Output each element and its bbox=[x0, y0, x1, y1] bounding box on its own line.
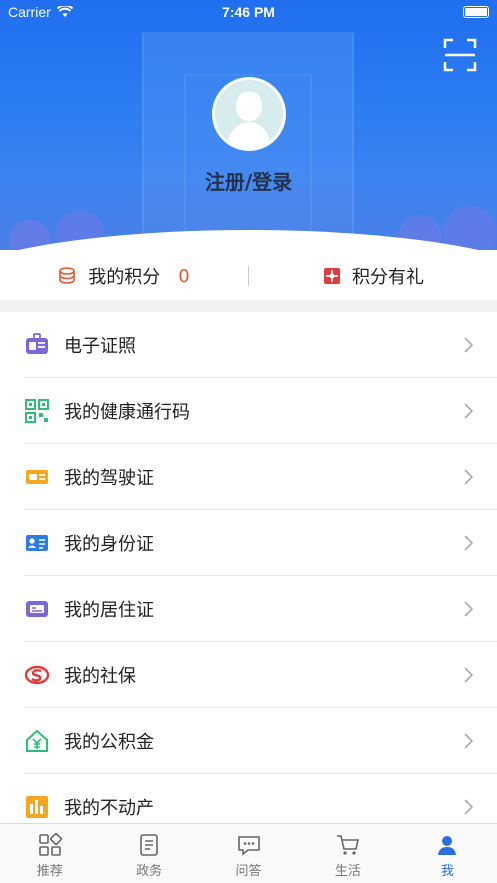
id-badge-icon bbox=[24, 332, 50, 358]
service-list: 电子证照 我的健康通行码 我的驾驶证 我的身份证 我的居住证 我的社保 我的公积… bbox=[0, 312, 497, 840]
list-item-label: 我的公积金 bbox=[64, 732, 154, 753]
gift-icon bbox=[324, 268, 340, 284]
tab-label: 问答 bbox=[235, 864, 262, 879]
chevron-right-icon bbox=[464, 469, 474, 485]
clock: 7:46 PM bbox=[222, 4, 275, 20]
points-rewards-button[interactable]: 积分有礼 bbox=[249, 250, 497, 302]
driver-license-icon bbox=[24, 464, 50, 490]
list-item-label: 我的社保 bbox=[64, 666, 136, 687]
points-row: 我的积分 0 积分有礼 bbox=[0, 250, 497, 302]
avatar[interactable] bbox=[212, 77, 286, 151]
id-card-icon bbox=[24, 530, 50, 556]
tab-bar: 推荐 政务 问答 生活 我 bbox=[0, 823, 497, 883]
my-points-value: 0 bbox=[178, 265, 190, 287]
shopping-cart-icon bbox=[336, 835, 359, 855]
list-item-label: 电子证照 bbox=[64, 336, 136, 357]
tab-life[interactable]: 生活 bbox=[298, 824, 397, 883]
list-item-housing-fund[interactable]: 我的公积金 bbox=[0, 708, 497, 774]
list-item-driver-license[interactable]: 我的驾驶证 bbox=[0, 444, 497, 510]
tab-recommend[interactable]: 推荐 bbox=[0, 824, 99, 883]
list-item-residence-permit[interactable]: 我的居住证 bbox=[0, 576, 497, 642]
chevron-right-icon bbox=[464, 733, 474, 749]
tab-label: 政务 bbox=[136, 864, 163, 879]
tab-government[interactable]: 政务 bbox=[99, 824, 198, 883]
login-link[interactable]: 注册/登录 bbox=[0, 166, 497, 195]
residence-permit-icon bbox=[24, 596, 50, 622]
scan-icon[interactable] bbox=[443, 38, 477, 72]
housing-fund-icon bbox=[24, 728, 50, 754]
chevron-right-icon bbox=[464, 535, 474, 551]
coins-icon bbox=[59, 267, 76, 284]
grid-icon bbox=[38, 832, 62, 856]
list-item-label: 我的健康通行码 bbox=[64, 402, 190, 423]
list-item-id-card[interactable]: 我的身份证 bbox=[0, 510, 497, 576]
tab-me[interactable]: 我 bbox=[398, 824, 497, 883]
default-avatar-icon bbox=[227, 91, 271, 148]
list-item-label: 我的身份证 bbox=[64, 534, 154, 555]
chevron-right-icon bbox=[464, 799, 474, 815]
tab-label: 生活 bbox=[334, 864, 361, 879]
list-item-label: 我的驾驶证 bbox=[64, 468, 154, 489]
tab-qa[interactable]: 问答 bbox=[199, 824, 298, 883]
qr-code-icon bbox=[24, 398, 50, 424]
status-bar: Carrier 7:46 PM bbox=[0, 0, 497, 26]
section-separator bbox=[0, 300, 497, 312]
document-list-icon bbox=[140, 834, 158, 856]
real-estate-icon bbox=[24, 794, 50, 820]
list-item-social-security[interactable]: 我的社保 bbox=[0, 642, 497, 708]
chevron-right-icon bbox=[464, 667, 474, 683]
chevron-right-icon bbox=[464, 337, 474, 353]
list-item-label: 我的不动产 bbox=[64, 798, 154, 819]
chevron-right-icon bbox=[464, 403, 474, 419]
list-item-e-certificates[interactable]: 电子证照 bbox=[0, 312, 497, 378]
tab-label: 推荐 bbox=[36, 864, 63, 879]
tab-label: 我 bbox=[440, 864, 454, 879]
user-icon bbox=[438, 836, 457, 855]
my-points-button[interactable]: 我的积分 0 bbox=[0, 250, 248, 302]
list-item-label: 我的居住证 bbox=[64, 600, 154, 621]
battery-icon bbox=[463, 6, 489, 18]
chevron-right-icon bbox=[464, 601, 474, 617]
chat-bubble-icon bbox=[237, 836, 260, 856]
list-item-health-code[interactable]: 我的健康通行码 bbox=[0, 378, 497, 444]
my-points-label: 我的积分 bbox=[88, 267, 161, 288]
social-security-icon bbox=[24, 662, 50, 688]
points-rewards-label: 积分有礼 bbox=[352, 267, 424, 288]
